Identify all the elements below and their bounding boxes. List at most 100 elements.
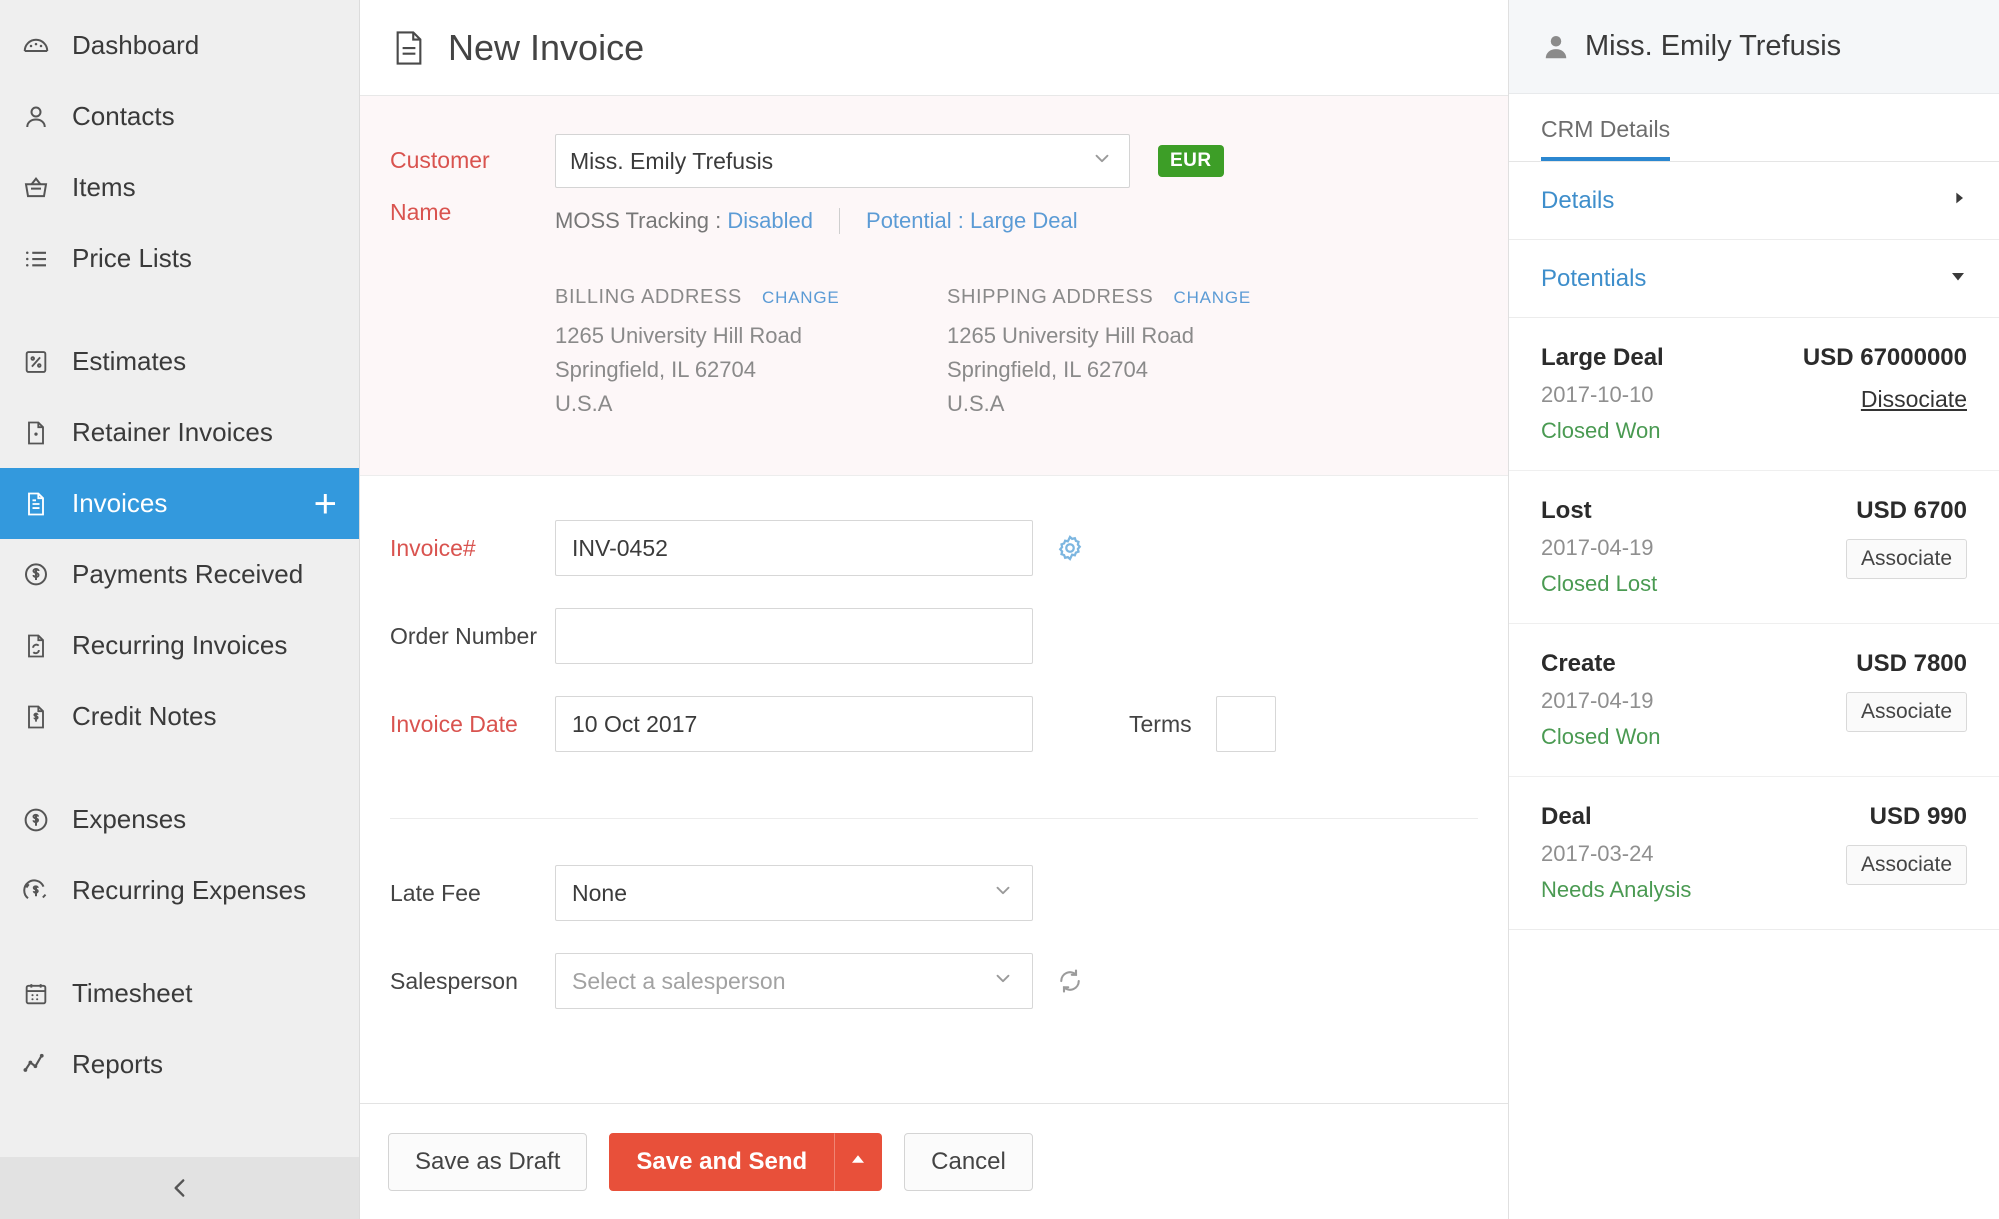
chevron-down-icon bbox=[992, 879, 1014, 907]
potential-name: Large Deal bbox=[1541, 344, 1664, 371]
sidebar-item-items[interactable]: Items bbox=[0, 152, 359, 223]
invoice-date-input[interactable]: 10 Oct 2017 bbox=[555, 696, 1033, 752]
late-fee-select[interactable]: None bbox=[555, 865, 1033, 921]
sidebar-item-label: Recurring Invoices bbox=[72, 630, 288, 660]
sidebar-item-estimates[interactable]: Estimates bbox=[0, 326, 359, 397]
caret-down-icon bbox=[1949, 267, 1967, 290]
sidebar-item-invoices[interactable]: Invoices + bbox=[0, 468, 359, 539]
sidebar-item-contacts[interactable]: Contacts bbox=[0, 81, 359, 152]
sidebar-item-dashboard[interactable]: Dashboard bbox=[0, 10, 359, 81]
sidebar-item-label: Contacts bbox=[72, 101, 175, 131]
shipping-address-line: U.S.A bbox=[947, 391, 1005, 416]
invoice-number-value: INV-0452 bbox=[572, 534, 668, 561]
address-section: BILLING ADDRESS CHANGE 1265 University H… bbox=[555, 286, 1508, 421]
sidebar-item-label: Estimates bbox=[72, 346, 187, 376]
crm-tabs: CRM Details bbox=[1509, 94, 1999, 162]
shipping-address-line: 1265 University Hill Road bbox=[947, 323, 1194, 348]
list-item[interactable]: Deal 2017-03-24 Needs Analysis USD 990 A… bbox=[1509, 777, 1999, 929]
person-icon bbox=[1541, 32, 1571, 62]
sidebar-divider-1 bbox=[0, 294, 359, 316]
customer-field-column: Miss. Emily Trefusis EUR MOSS Tracking :… bbox=[555, 134, 1508, 421]
late-fee-row: Late Fee None bbox=[360, 865, 1508, 921]
salesperson-label: Salesperson bbox=[390, 968, 518, 994]
list-item[interactable]: Large Deal 2017-10-10 Closed Won USD 670… bbox=[1509, 318, 1999, 471]
save-as-draft-button[interactable]: Save as Draft bbox=[388, 1132, 588, 1191]
currency-badge[interactable]: EUR bbox=[1158, 145, 1224, 177]
potential-amount: USD 67000000 bbox=[1802, 344, 1967, 371]
refresh-icon[interactable] bbox=[1055, 966, 1085, 996]
sidebar-item-payments-received[interactable]: Payments Received bbox=[0, 539, 359, 610]
billing-address-line: Springfield, IL 62704 bbox=[555, 357, 756, 382]
potential-info: Create 2017-04-19 Closed Won bbox=[1541, 650, 1660, 750]
sidebar-item-label: Items bbox=[72, 172, 136, 202]
crm-section-details[interactable]: Details bbox=[1509, 162, 1999, 240]
reports-icon bbox=[14, 1043, 58, 1087]
sidebar-item-recurring-expenses[interactable]: Recurring Expenses bbox=[0, 855, 359, 926]
tab-crm-details[interactable]: CRM Details bbox=[1541, 116, 1671, 161]
dissociate-link[interactable]: Dissociate bbox=[1861, 386, 1967, 412]
cancel-button[interactable]: Cancel bbox=[904, 1132, 1033, 1191]
moss-tracking-value[interactable]: Disabled bbox=[727, 208, 813, 234]
late-fee-label: Late Fee bbox=[390, 880, 481, 906]
crm-section-potentials[interactable]: Potentials bbox=[1509, 240, 1999, 318]
potential-value[interactable]: Large Deal bbox=[970, 208, 1078, 234]
price-lists-icon bbox=[14, 237, 58, 281]
invoice-number-input[interactable]: INV-0452 bbox=[555, 520, 1033, 576]
sidebar-item-retainer-invoices[interactable]: Retainer Invoices bbox=[0, 397, 359, 468]
sidebar-item-label: Timesheet bbox=[72, 978, 193, 1008]
sidebar-item-recurring-invoices[interactable]: Recurring Invoices bbox=[0, 610, 359, 681]
customer-name-select[interactable]: Miss. Emily Trefusis bbox=[555, 134, 1130, 188]
terms-input[interactable] bbox=[1215, 696, 1276, 752]
sidebar-item-timesheet[interactable]: Timesheet bbox=[0, 958, 359, 1029]
moss-tracking-label: MOSS Tracking : bbox=[555, 208, 722, 233]
gear-icon[interactable] bbox=[1055, 533, 1085, 563]
potential-actions: USD 6700 Associate bbox=[1845, 497, 1967, 597]
sidebar-item-expenses[interactable]: Expenses bbox=[0, 784, 359, 855]
sidebar-item-label: Retainer Invoices bbox=[72, 417, 273, 447]
salesperson-select[interactable]: Select a salesperson bbox=[555, 953, 1033, 1009]
sidebar-collapse-button[interactable] bbox=[0, 1157, 359, 1219]
form-action-bar: Save as Draft Save and Send Cancel bbox=[360, 1103, 1508, 1219]
sidebar-item-label: Invoices bbox=[72, 488, 168, 518]
associate-button[interactable]: Associate bbox=[1845, 692, 1967, 732]
crm-panel: Miss. Emily Trefusis CRM Details Details… bbox=[1508, 0, 1999, 1219]
chevron-left-icon bbox=[167, 1175, 193, 1201]
order-number-row: Order Number bbox=[360, 608, 1508, 664]
shipping-address: SHIPPING ADDRESS CHANGE 1265 University … bbox=[947, 286, 1339, 421]
expenses-icon bbox=[14, 798, 58, 842]
document-icon bbox=[392, 29, 426, 67]
sidebar-item-price-lists[interactable]: Price Lists bbox=[0, 223, 359, 294]
chevron-down-icon bbox=[992, 967, 1014, 995]
page-header: New Invoice bbox=[360, 0, 1508, 96]
customer-name-row: Customer Name Miss. Emily Trefusis EUR M… bbox=[360, 134, 1508, 421]
sidebar-group-4: Timesheet Reports bbox=[0, 948, 359, 1100]
list-item[interactable]: Create 2017-04-19 Closed Won USD 7800 As… bbox=[1509, 624, 1999, 777]
associate-button[interactable]: Associate bbox=[1845, 539, 1967, 579]
save-and-send-dropdown-button[interactable] bbox=[834, 1132, 883, 1191]
invoice-date-label: Invoice Date bbox=[390, 711, 518, 737]
sidebar-item-label: Price Lists bbox=[72, 243, 192, 273]
save-and-send-button[interactable]: Save and Send bbox=[609, 1132, 835, 1191]
potential-name: Deal bbox=[1541, 803, 1592, 830]
sidebar-item-label: Recurring Expenses bbox=[72, 875, 307, 905]
add-invoice-button[interactable]: + bbox=[314, 484, 337, 524]
shipping-address-change-link[interactable]: CHANGE bbox=[1174, 288, 1252, 307]
potential-date: 2017-04-19 bbox=[1541, 688, 1654, 713]
sidebar-item-reports[interactable]: Reports bbox=[0, 1029, 359, 1100]
sidebar-item-credit-notes[interactable]: Credit Notes bbox=[0, 681, 359, 752]
form-divider bbox=[390, 818, 1478, 819]
potential-actions: USD 7800 Associate bbox=[1845, 650, 1967, 750]
associate-button[interactable]: Associate bbox=[1845, 845, 1967, 885]
salesperson-row: Salesperson Select a salesperson bbox=[360, 953, 1508, 1009]
sidebar-item-label: Payments Received bbox=[72, 559, 304, 589]
list-item[interactable]: Lost 2017-04-19 Closed Lost USD 6700 Ass… bbox=[1509, 471, 1999, 624]
potential-actions: USD 990 Associate bbox=[1845, 803, 1967, 903]
sidebar-item-label: Expenses bbox=[72, 804, 187, 834]
order-number-input[interactable] bbox=[555, 608, 1033, 664]
billing-address-line: U.S.A bbox=[555, 391, 613, 416]
sidebar-divider-2 bbox=[0, 752, 359, 774]
items-icon bbox=[14, 166, 58, 210]
sidebar-group-3: Expenses Recurring Expenses bbox=[0, 774, 359, 926]
potential-label[interactable]: Potential : bbox=[866, 208, 964, 234]
billing-address-change-link[interactable]: CHANGE bbox=[762, 288, 840, 307]
